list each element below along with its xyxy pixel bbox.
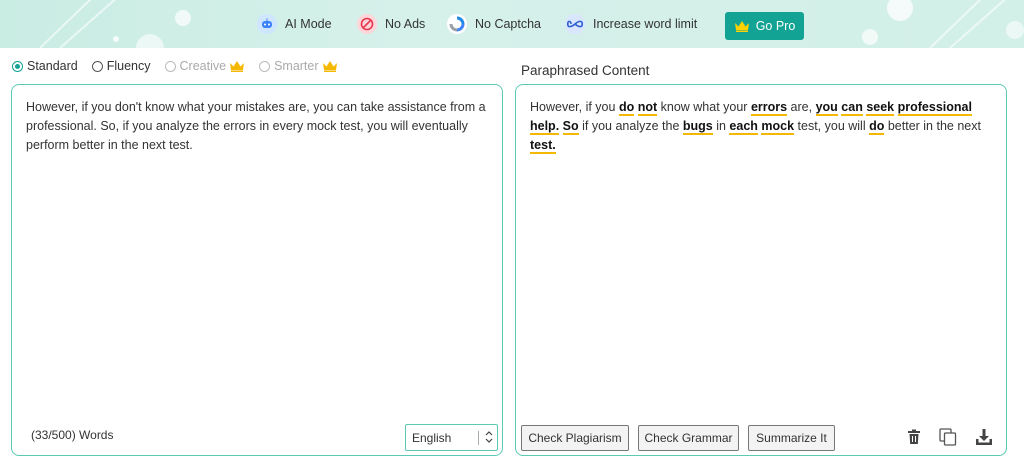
input-panel[interactable]: However, if you don't know what your mis… (11, 84, 503, 456)
feature-no-captcha: No Captcha (447, 13, 541, 35)
changed-word[interactable]: not (637, 100, 658, 116)
mode-label: Standard (27, 59, 78, 73)
crown-icon (230, 61, 245, 72)
radio-creative[interactable] (164, 60, 176, 72)
text-segment: test, you will (794, 119, 870, 133)
feature-label: No Captcha (475, 17, 542, 31)
text-segment: in (712, 119, 730, 133)
changed-word[interactable]: seek (866, 100, 895, 116)
radio-standard[interactable] (12, 60, 23, 72)
feature-increase-word-limit: Increase word limit (565, 13, 697, 35)
select-divider (478, 431, 479, 445)
text-segment: know what your (657, 100, 751, 114)
crown-icon (322, 61, 337, 72)
no-ads-icon (357, 14, 377, 34)
changed-word[interactable]: errors (750, 100, 788, 116)
go-pro-label: Go Pro (755, 19, 796, 33)
text-segment: better in the next (884, 119, 981, 133)
changed-word[interactable]: So (562, 119, 579, 135)
radio-fluency[interactable] (91, 60, 103, 72)
changed-word[interactable]: do (869, 119, 885, 135)
paraphrased-content-title: Paraphrased Content (521, 63, 650, 78)
language-value: English (412, 430, 452, 445)
check-plagiarism-button[interactable]: Check Plagiarism (521, 425, 629, 451)
mode-creative[interactable]: Creative (164, 59, 246, 73)
mode-selector: Standard Fluency Creative Smarter (12, 58, 352, 74)
mode-standard[interactable]: Standard (12, 59, 78, 73)
banner-decoration-right (862, 0, 1024, 48)
text-segment: if you analyze the (578, 119, 683, 133)
changed-word[interactable]: you (815, 100, 838, 116)
radio-smarter[interactable] (259, 60, 271, 72)
changed-word[interactable]: can (841, 100, 863, 116)
mode-smarter[interactable]: Smarter (259, 59, 337, 73)
mode-label: Fluency (106, 59, 151, 73)
go-pro-button[interactable]: Go Pro (725, 12, 804, 40)
changed-word[interactable]: professional (897, 100, 972, 116)
premium-banner: AI Mode No Ads No Captcha Increase word … (0, 0, 1024, 48)
changed-word[interactable]: bugs (682, 119, 713, 135)
infinity-icon (565, 14, 585, 34)
trash-icon[interactable] (903, 425, 925, 449)
chevron-up-down-icon (485, 431, 493, 443)
feature-no-ads: No Ads (357, 13, 425, 35)
text-segment: However, if you (530, 100, 619, 114)
crown-icon (734, 21, 749, 32)
changed-word[interactable]: help. (530, 119, 560, 135)
download-icon[interactable] (973, 425, 995, 449)
output-panel: However, if you do not know what your er… (515, 84, 1007, 456)
word-count: (33/500) Words (31, 428, 114, 442)
no-captcha-icon (447, 14, 467, 34)
copy-icon[interactable] (937, 425, 959, 449)
mode-fluency[interactable]: Fluency (91, 59, 151, 73)
feature-label: AI Mode (285, 17, 332, 31)
changed-word[interactable]: mock (761, 119, 795, 135)
language-select[interactable]: English (405, 424, 498, 451)
feature-label: Increase word limit (593, 17, 698, 31)
banner-decoration-left (39, 0, 191, 48)
paraphrased-text: However, if you do not know what your er… (530, 98, 994, 155)
check-grammar-button[interactable]: Check Grammar (638, 425, 739, 451)
changed-word[interactable]: do (618, 100, 635, 116)
feature-ai-mode: AI Mode (257, 13, 332, 35)
text-segment: are, (787, 100, 816, 114)
changed-word[interactable]: test. (530, 138, 556, 154)
feature-label: No Ads (385, 17, 426, 31)
changed-word[interactable]: each (729, 119, 758, 135)
mode-label: Creative (179, 59, 227, 73)
summarize-it-button[interactable]: Summarize It (748, 425, 835, 451)
ai-mode-icon (257, 14, 277, 34)
mode-label: Smarter (274, 59, 319, 73)
input-text[interactable]: However, if you don't know what your mis… (26, 98, 490, 155)
